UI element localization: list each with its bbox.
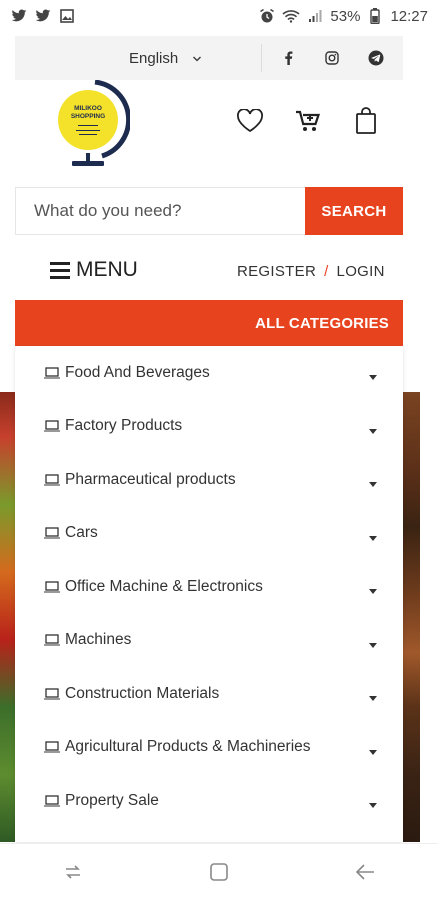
- category-item-food-and-beverages[interactable]: Food And Beverages: [15, 346, 403, 400]
- facebook-icon[interactable]: [277, 47, 299, 69]
- category-item-office-machine-electronics[interactable]: Office Machine & Electronics: [15, 560, 403, 614]
- category-label: Office Machine & Electronics: [65, 577, 263, 595]
- auth-separator: /: [324, 263, 329, 280]
- wifi-icon: [282, 8, 300, 24]
- logo-line1: MILIKOO: [74, 105, 102, 112]
- image-icon: [58, 8, 76, 24]
- language-selector[interactable]: English: [129, 36, 202, 80]
- bag-icon[interactable]: [351, 106, 381, 136]
- cart-add-icon[interactable]: [293, 106, 323, 136]
- auth-links: REGISTER / LOGIN: [237, 263, 385, 280]
- telegram-icon[interactable]: [365, 47, 387, 69]
- top-bar: English: [15, 36, 403, 80]
- laptop-icon: [43, 633, 61, 647]
- battery-percent: 53%: [330, 7, 361, 25]
- menu-toggle[interactable]: MENU: [50, 258, 138, 282]
- laptop-icon: [43, 473, 61, 487]
- caret-down-icon[interactable]: [369, 535, 377, 541]
- alarm-icon: [258, 8, 276, 24]
- header-actions: [235, 106, 381, 136]
- category-item-factory-products[interactable]: Factory Products: [15, 400, 403, 454]
- caret-down-icon[interactable]: [369, 803, 377, 809]
- laptop-icon: [43, 419, 61, 433]
- caret-down-icon[interactable]: [369, 589, 377, 595]
- laptop-icon: [43, 526, 61, 540]
- category-list: Food And Beverages Factory Products Phar…: [15, 346, 403, 842]
- category-item-property-sale[interactable]: Property Sale: [15, 774, 403, 828]
- category-label: Machines: [65, 631, 132, 649]
- clock: 12:27: [390, 7, 428, 25]
- status-bar: 53% 12:27: [0, 0, 438, 32]
- category-label: Property Sale: [65, 791, 159, 809]
- laptop-icon: [43, 687, 61, 701]
- laptop-icon: [43, 794, 61, 808]
- caret-down-icon[interactable]: [369, 428, 377, 434]
- language-label: English: [129, 49, 179, 67]
- chevron-down-icon: [192, 50, 202, 67]
- instagram-icon[interactable]: [321, 47, 343, 69]
- caret-down-icon[interactable]: [369, 482, 377, 488]
- caret-down-icon[interactable]: [369, 642, 377, 648]
- home-icon[interactable]: [206, 859, 232, 885]
- all-categories-header[interactable]: ALL CATEGORIES: [15, 300, 403, 346]
- twitter-icon: [10, 8, 28, 24]
- logo-line2: SHOPPING: [71, 113, 105, 120]
- register-link[interactable]: REGISTER: [237, 263, 316, 280]
- category-label: Cars: [65, 524, 98, 542]
- site-logo[interactable]: MILIKOO SHOPPING: [50, 79, 132, 170]
- search-input[interactable]: [15, 187, 305, 235]
- category-label: Construction Materials: [65, 684, 220, 702]
- hamburger-icon: [50, 261, 70, 279]
- heart-icon[interactable]: [235, 106, 265, 136]
- login-link[interactable]: LOGIN: [337, 263, 385, 280]
- search-bar: SEARCH: [15, 187, 403, 235]
- hero-image-right: [403, 392, 420, 842]
- battery-icon: [366, 8, 384, 24]
- category-label: Pharmaceutical products: [65, 470, 236, 488]
- twitter-icon: [34, 8, 52, 24]
- category-item-construction-materials[interactable]: Construction Materials: [15, 667, 403, 721]
- category-item-machines[interactable]: Machines: [15, 614, 403, 668]
- laptop-icon: [43, 740, 61, 754]
- category-label: Food And Beverages: [65, 363, 210, 381]
- system-nav-bar: [0, 843, 438, 900]
- menu-label: MENU: [76, 258, 138, 281]
- topbar-divider: [261, 44, 262, 72]
- laptop-icon: [43, 580, 61, 594]
- laptop-icon: [43, 366, 61, 380]
- category-label: Factory Products: [65, 417, 183, 435]
- back-icon[interactable]: [352, 859, 378, 885]
- caret-down-icon[interactable]: [369, 696, 377, 702]
- recent-apps-icon[interactable]: [60, 859, 86, 885]
- search-button[interactable]: SEARCH: [305, 187, 403, 235]
- category-item-cars[interactable]: Cars: [15, 507, 403, 561]
- category-item-agricultural-products[interactable]: Agricultural Products & Machineries: [15, 721, 403, 775]
- signal-icon: [306, 8, 324, 24]
- hero-image-left: [0, 392, 15, 842]
- category-item-pharmaceutical-products[interactable]: Pharmaceutical products: [15, 453, 403, 507]
- social-links: [277, 36, 387, 80]
- category-label: Agricultural Products & Machineries: [65, 738, 311, 756]
- caret-down-icon[interactable]: [369, 375, 377, 381]
- caret-down-icon[interactable]: [369, 749, 377, 755]
